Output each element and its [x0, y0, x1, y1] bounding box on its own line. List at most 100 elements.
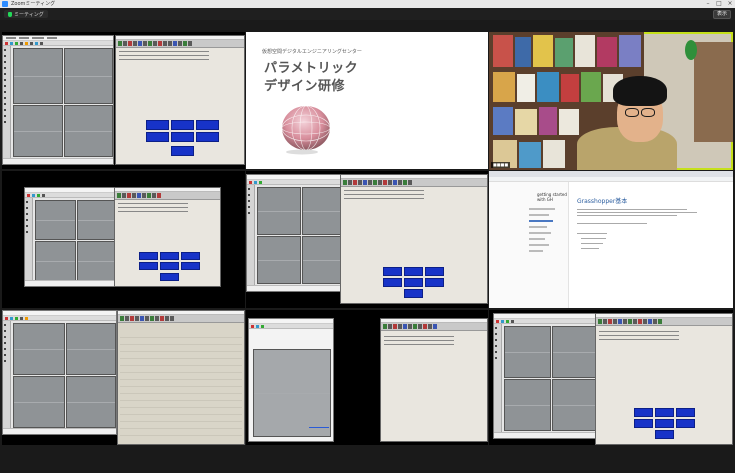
gh-player-button-2[interactable] — [404, 267, 423, 276]
gh-player-button-4[interactable] — [139, 262, 158, 270]
video-tile-8[interactable] — [246, 310, 488, 445]
shield-icon — [8, 11, 12, 17]
gh-info-text — [384, 335, 454, 345]
rhino-toolbar — [249, 324, 333, 329]
gh-toolbar — [118, 315, 244, 323]
gh-player-button-3[interactable] — [676, 408, 695, 417]
plant — [685, 40, 697, 60]
viewport-top[interactable] — [13, 323, 65, 375]
gh-player-button-3[interactable] — [196, 120, 219, 130]
minimize-button[interactable]: – — [703, 0, 713, 8]
gh-player-button-2[interactable] — [655, 408, 674, 417]
gh-player-button-3[interactable] — [425, 267, 444, 276]
rhino-statusbar — [247, 285, 345, 291]
rhino-sidebar — [25, 198, 33, 280]
viewport-front[interactable] — [35, 241, 76, 281]
gh-player-button-7[interactable] — [404, 289, 423, 298]
rhino-sidebar — [3, 46, 11, 158]
meeting-info-pill[interactable]: ミーティング — [4, 10, 48, 18]
browser-window: getting started with GH Grasshopper基本 — [489, 171, 733, 308]
rhino-toolbar — [247, 180, 345, 185]
gh-player-button-7[interactable] — [171, 146, 194, 156]
gh-player-button-5[interactable] — [655, 419, 674, 428]
grasshopper-window — [117, 310, 245, 445]
gh-player-button-1[interactable] — [383, 267, 402, 276]
gh-player-button-5[interactable] — [171, 132, 194, 142]
axis-indicator — [309, 427, 329, 428]
rhino-sidebar — [247, 185, 255, 285]
gh-player-button-1[interactable] — [139, 252, 158, 260]
viewport-perspective[interactable] — [253, 349, 331, 437]
viewport-right[interactable] — [552, 379, 598, 431]
gh-canvas[interactable] — [120, 333, 242, 442]
gh-player-button-4[interactable] — [634, 419, 653, 428]
video-tile-4[interactable] — [2, 171, 245, 308]
gh-player-button-7[interactable] — [160, 273, 179, 281]
gh-player-button-2[interactable] — [171, 120, 194, 130]
rhino-statusbar — [3, 158, 113, 164]
rhino-window — [493, 313, 599, 439]
viewport-front[interactable] — [13, 376, 65, 428]
gh-player-button-4[interactable] — [383, 278, 402, 287]
viewport-right[interactable] — [77, 241, 118, 281]
viewport-perspective[interactable] — [66, 323, 116, 375]
gh-player-button-1[interactable] — [146, 120, 169, 130]
gh-player-button-7[interactable] — [655, 430, 674, 439]
gh-toolbar — [596, 318, 732, 326]
rhino-toolbar — [3, 41, 113, 46]
rhino-toolbar — [494, 319, 598, 324]
video-tile-1[interactable] — [2, 32, 245, 169]
viewport-right[interactable] — [64, 105, 113, 157]
video-tile-5[interactable] — [246, 171, 488, 308]
viewport-right[interactable] — [302, 236, 345, 284]
viewport-perspective[interactable] — [77, 200, 118, 240]
grasshopper-window — [115, 35, 245, 165]
viewport-front[interactable] — [13, 105, 63, 157]
viewport-front[interactable] — [504, 379, 551, 431]
viewport-perspective[interactable] — [552, 326, 598, 378]
view-button[interactable]: 表示 — [712, 10, 731, 19]
viewport-perspective[interactable] — [302, 187, 345, 235]
gh-player-button-6[interactable] — [425, 278, 444, 287]
video-tile-slide[interactable]: 仮想空間デジタルエンジニアリングセンター パラメトリック デザイン研修 — [246, 32, 488, 169]
meeting-label: ミーティング — [14, 11, 44, 18]
gh-player-button-6[interactable] — [676, 419, 695, 428]
presentation-slide: 仮想空間デジタルエンジニアリングセンター パラメトリック デザイン研修 — [246, 32, 488, 169]
rhino-toolbar — [3, 316, 116, 321]
video-tile-9[interactable] — [489, 310, 733, 445]
viewport-perspective[interactable] — [64, 48, 113, 104]
video-tile-presenter[interactable]: ■■■■ — [489, 32, 733, 170]
doc-heading: Grasshopper基本 — [577, 198, 628, 205]
gh-toolbar — [116, 40, 244, 48]
slide-subtitle: 仮想空間デジタルエンジニアリングセンター — [262, 49, 362, 55]
maximize-button[interactable]: □ — [714, 0, 724, 8]
gh-player-button-3[interactable] — [181, 252, 200, 260]
participant-name-tag: ■■■■ — [491, 162, 511, 168]
gh-toolbar — [341, 179, 487, 187]
rhino-sidebar — [494, 324, 502, 432]
gh-player-button-4[interactable] — [146, 132, 169, 142]
viewport-front[interactable] — [257, 236, 301, 284]
glasses-left — [625, 108, 639, 117]
video-tile-doc[interactable]: getting started with GH Grasshopper基本 — [489, 171, 733, 308]
viewport-top[interactable] — [35, 200, 76, 240]
window-titlebar: Zoomミーティング – □ × — [0, 0, 735, 8]
video-tile-7[interactable] — [2, 310, 245, 445]
gh-player-button-6[interactable] — [196, 132, 219, 142]
gh-player-button-5[interactable] — [404, 278, 423, 287]
viewport-top[interactable] — [13, 48, 63, 104]
viewport-top[interactable] — [504, 326, 551, 378]
gh-info-text — [344, 189, 424, 201]
doc-nav: getting started with GH — [489, 182, 569, 308]
gh-player-button-6[interactable] — [181, 262, 200, 270]
gh-player-button-2[interactable] — [160, 252, 179, 260]
gh-player-button-1[interactable] — [634, 408, 653, 417]
close-button[interactable]: × — [725, 0, 735, 8]
gh-player-button-5[interactable] — [160, 262, 179, 270]
zoom-app-icon — [2, 1, 8, 7]
rhino-toolbar — [25, 193, 118, 198]
gh-toolbar — [381, 323, 487, 331]
viewport-top[interactable] — [257, 187, 301, 235]
viewport-right[interactable] — [66, 376, 116, 428]
gh-toolbar — [115, 192, 220, 200]
